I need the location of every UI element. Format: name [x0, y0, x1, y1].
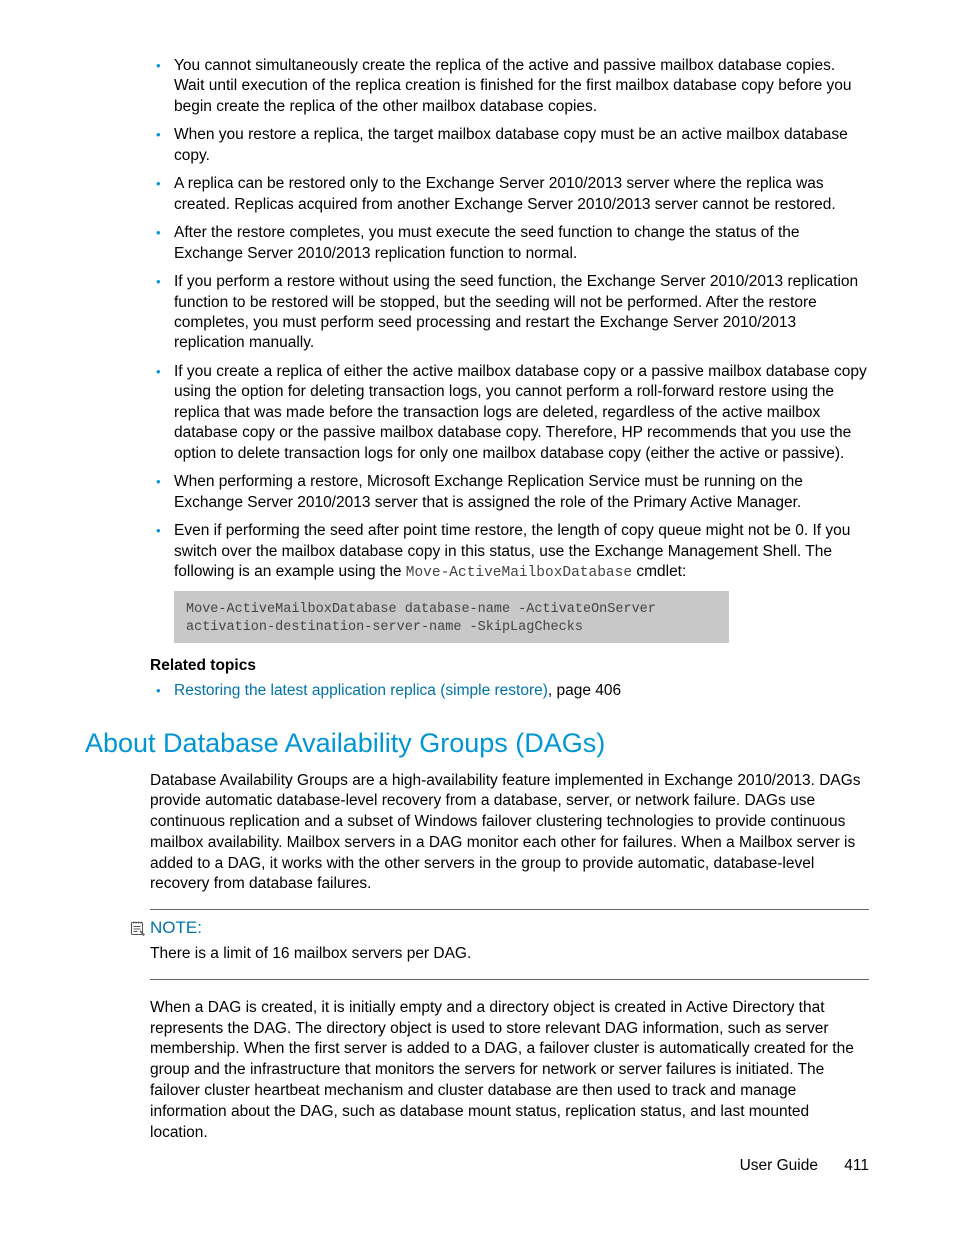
list-item: When you restore a replica, the target m…: [150, 125, 869, 166]
primary-bullet-list: You cannot simultaneously create the rep…: [150, 56, 869, 583]
note-icon: [130, 920, 146, 936]
list-item: Restoring the latest application replica…: [150, 681, 869, 701]
list-item: If you perform a restore without using t…: [150, 272, 869, 354]
related-topic-link[interactable]: Restoring the latest application replica…: [174, 682, 548, 699]
list-item: After the restore completes, you must ex…: [150, 223, 869, 264]
section-heading-dags: About Database Availability Groups (DAGs…: [85, 728, 869, 759]
footer-doc-title: User Guide: [740, 1157, 818, 1174]
paragraph: When a DAG is created, it is initially e…: [150, 998, 869, 1143]
paragraph: Database Availability Groups are a high-…: [150, 771, 869, 896]
section-body: Database Availability Groups are a high-…: [150, 771, 869, 1144]
list-item-text-post: cmdlet:: [632, 563, 686, 580]
page-footer: User Guide 411: [740, 1157, 869, 1175]
list-item: If you create a replica of either the ac…: [150, 362, 869, 464]
code-block: Move-ActiveMailboxDatabase database-name…: [174, 591, 729, 643]
note-body: There is a limit of 16 mailbox servers p…: [150, 944, 869, 965]
related-topics-heading: Related topics: [150, 657, 869, 675]
page: You cannot simultaneously create the rep…: [0, 0, 954, 1235]
note-block: NOTE: There is a limit of 16 mailbox ser…: [150, 909, 869, 980]
bulleted-list-block: You cannot simultaneously create the rep…: [150, 56, 869, 702]
list-item: When performing a restore, Microsoft Exc…: [150, 472, 869, 513]
note-heading: NOTE:: [130, 918, 869, 938]
inline-code: Move-ActiveMailboxDatabase: [406, 565, 632, 581]
footer-page-number: 411: [844, 1157, 869, 1174]
list-item: You cannot simultaneously create the rep…: [150, 56, 869, 117]
list-item: Even if performing the seed after point …: [150, 521, 869, 583]
related-topic-page: , page 406: [548, 682, 621, 699]
related-topics-list: Restoring the latest application replica…: [150, 681, 869, 701]
note-label: NOTE:: [150, 918, 202, 938]
list-item: A replica can be restored only to the Ex…: [150, 174, 869, 215]
